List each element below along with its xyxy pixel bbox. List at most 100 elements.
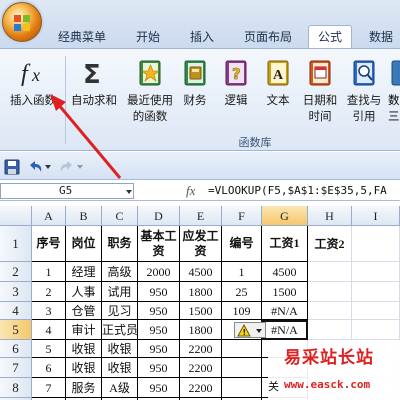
table-cell[interactable]: 仓管 xyxy=(66,302,102,320)
table-cell[interactable] xyxy=(308,262,352,282)
table-header-cell[interactable]: 工资2 xyxy=(308,226,352,262)
table-header-cell[interactable]: 职务 xyxy=(102,226,138,262)
row-header-2[interactable]: 2 xyxy=(0,262,32,282)
undo-icon[interactable] xyxy=(26,159,44,175)
table-cell[interactable] xyxy=(222,358,262,378)
row-header-3[interactable]: 3 xyxy=(0,282,32,302)
table-cell[interactable]: 收银 xyxy=(66,358,102,378)
table-cell[interactable]: 1 xyxy=(222,262,262,282)
table-cell[interactable]: 950 xyxy=(138,282,180,302)
math-trig-button[interactable]: 数 三 xyxy=(386,52,400,130)
column-header-b[interactable]: B xyxy=(66,206,102,226)
table-cell[interactable]: 人事 xyxy=(66,282,102,302)
table-cell[interactable]: 2200 xyxy=(180,378,222,398)
row-header-4[interactable]: 4 xyxy=(0,302,32,320)
table-cell[interactable]: 4500 xyxy=(262,262,308,282)
row-header-5[interactable]: 5 xyxy=(0,320,32,340)
table-cell[interactable]: 1800 xyxy=(180,320,222,340)
tab-home[interactable]: 开始 xyxy=(126,26,170,48)
table-cell[interactable]: 4 xyxy=(32,320,66,340)
table-header-cell[interactable]: 工资1 xyxy=(262,226,308,262)
redo-dropdown-icon[interactable] xyxy=(76,163,84,171)
table-cell[interactable]: 2 xyxy=(32,282,66,302)
table-header-cell[interactable]: 岗位 xyxy=(66,226,102,262)
logical-button[interactable]: ? 逻辑 xyxy=(218,52,254,130)
empty-cell[interactable] xyxy=(352,282,400,302)
column-header-i[interactable]: I xyxy=(352,206,400,226)
table-cell[interactable] xyxy=(222,340,262,358)
table-cell[interactable]: 7 xyxy=(32,378,66,398)
empty-cell[interactable] xyxy=(352,302,400,320)
table-cell[interactable]: 收银 xyxy=(102,340,138,358)
table-cell[interactable]: 试用 xyxy=(102,282,138,302)
table-cell[interactable]: 3 xyxy=(32,302,66,320)
table-cell[interactable] xyxy=(308,320,352,340)
table-cell[interactable]: 1800 xyxy=(180,282,222,302)
column-header-g[interactable]: G xyxy=(262,206,308,226)
error-indicator-button[interactable]: ! xyxy=(234,322,266,338)
column-header-c[interactable]: C xyxy=(102,206,138,226)
table-cell[interactable] xyxy=(308,302,352,320)
empty-cell[interactable] xyxy=(352,226,400,262)
autosum-button[interactable]: Σ 自动求和 xyxy=(66,52,122,130)
table-header-cell[interactable]: 序号 xyxy=(32,226,66,262)
table-cell[interactable]: 5 xyxy=(32,340,66,358)
recently-used-button[interactable]: 最近使用 的函数 xyxy=(122,52,178,130)
table-cell[interactable]: 2200 xyxy=(180,340,222,358)
table-cell[interactable]: 25 xyxy=(222,282,262,302)
financial-button[interactable]: 财务 xyxy=(178,52,212,130)
table-cell[interactable]: #N/A xyxy=(262,302,308,320)
table-cell[interactable]: 6 xyxy=(32,358,66,378)
table-cell[interactable]: 服务 xyxy=(66,378,102,398)
empty-cell[interactable] xyxy=(352,262,400,282)
table-cell[interactable]: 收银 xyxy=(102,358,138,378)
table-cell[interactable]: 1500 xyxy=(262,282,308,302)
tab-formulas[interactable]: 公式 xyxy=(308,25,352,49)
table-cell[interactable]: 收银 xyxy=(66,340,102,358)
table-cell[interactable]: 109 xyxy=(222,302,262,320)
tab-data[interactable]: 数据 xyxy=(362,26,400,48)
table-cell[interactable]: 950 xyxy=(138,340,180,358)
save-icon[interactable] xyxy=(4,159,20,175)
table-cell[interactable]: 950 xyxy=(138,320,180,340)
table-cell[interactable]: A级 xyxy=(102,378,138,398)
table-cell[interactable]: 950 xyxy=(138,358,180,378)
table-cell[interactable] xyxy=(308,282,352,302)
column-header-f[interactable]: F xyxy=(222,206,262,226)
table-cell[interactable]: 1500 xyxy=(180,302,222,320)
table-cell[interactable]: 4500 xyxy=(180,262,222,282)
insert-function-button[interactable]: f x 插入函数 xyxy=(4,52,62,130)
table-cell[interactable]: 经理 xyxy=(66,262,102,282)
column-header-h[interactable]: H xyxy=(308,206,352,226)
table-header-cell[interactable]: 基本工资 xyxy=(138,226,180,262)
table-header-cell[interactable]: 编号 xyxy=(222,226,262,262)
name-box[interactable]: G5 xyxy=(0,183,134,199)
table-cell[interactable]: #N/A xyxy=(262,320,308,340)
row-header-8[interactable]: 8 xyxy=(0,378,32,398)
tab-insert[interactable]: 插入 xyxy=(180,26,224,48)
empty-cell[interactable] xyxy=(352,320,400,340)
table-cell[interactable]: 950 xyxy=(138,378,180,398)
tab-classic-menu[interactable]: 经典菜单 xyxy=(50,26,114,48)
table-header-cell[interactable]: 应发工资 xyxy=(180,226,222,262)
tab-page-layout[interactable]: 页面布局 xyxy=(236,26,300,48)
row-header-1[interactable]: 1 xyxy=(0,226,32,262)
table-cell[interactable]: 审计 xyxy=(66,320,102,340)
table-cell[interactable]: 950 xyxy=(138,302,180,320)
lookup-reference-button[interactable]: 查找与 引用 xyxy=(342,52,386,130)
table-cell[interactable]: 2000 xyxy=(138,262,180,282)
table-cell[interactable]: 高级 xyxy=(102,262,138,282)
table-cell[interactable]: 见习 xyxy=(102,302,138,320)
redo-icon[interactable] xyxy=(58,159,76,175)
fx-icon[interactable]: fx xyxy=(186,183,195,199)
row-header-7[interactable]: 7 xyxy=(0,358,32,378)
table-cell[interactable]: 2200 xyxy=(180,358,222,378)
table-cell[interactable] xyxy=(222,378,262,398)
select-all-corner[interactable] xyxy=(0,206,32,226)
formula-input[interactable]: =VLOOKUP(F5,$A$1:$E$35,5,FA xyxy=(208,183,400,199)
date-time-button[interactable]: 日期和 时间 xyxy=(298,52,342,130)
row-header-6[interactable]: 6 xyxy=(0,340,32,358)
name-box-dropdown-icon[interactable] xyxy=(125,188,133,196)
column-header-d[interactable]: D xyxy=(138,206,180,226)
table-cell[interactable]: 1 xyxy=(32,262,66,282)
